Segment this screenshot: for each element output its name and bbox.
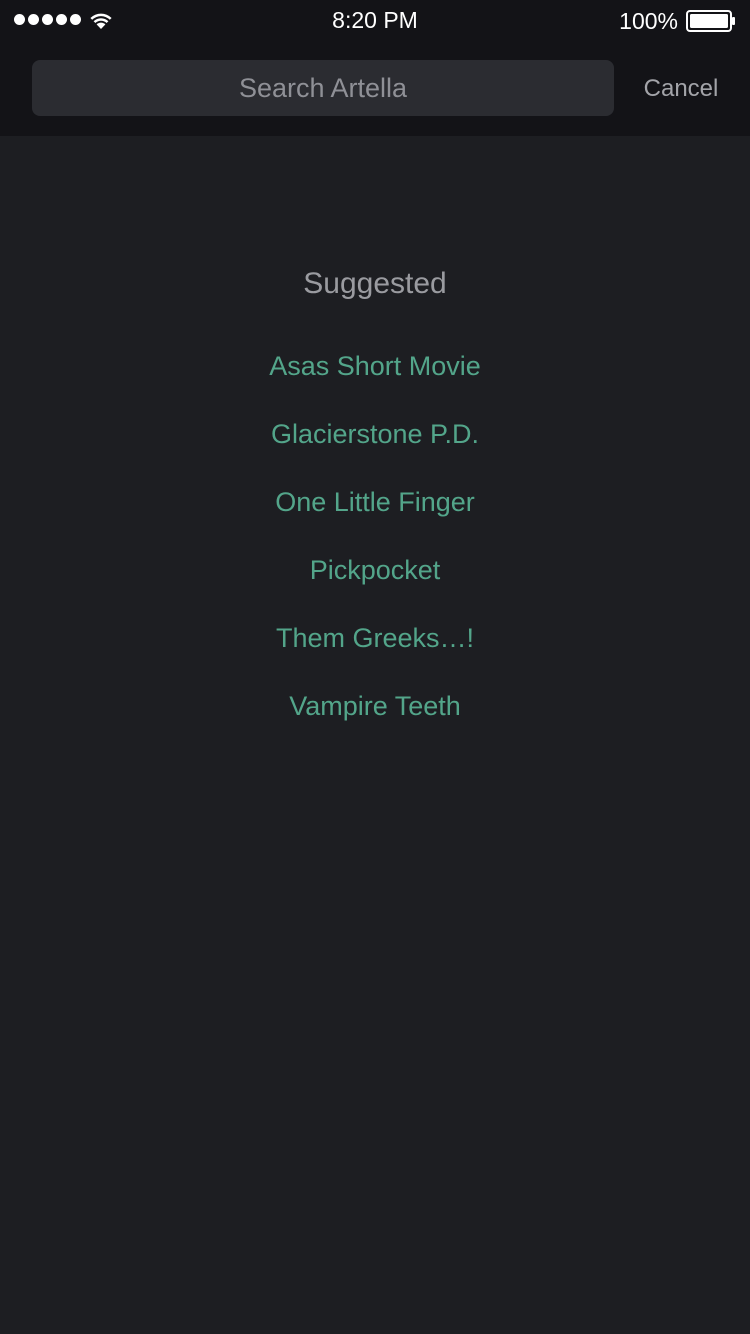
suggestion-link[interactable]: One Little Finger (275, 487, 475, 517)
suggestion-link[interactable]: Pickpocket (310, 555, 441, 585)
header: 8:20 PM 100% Cancel (0, 0, 750, 136)
search-field[interactable] (32, 60, 614, 116)
suggestion-link[interactable]: Them Greeks…! (276, 623, 474, 653)
suggestion-link[interactable]: Asas Short Movie (269, 351, 481, 381)
suggestion-link[interactable]: Vampire Teeth (289, 691, 461, 721)
suggested-list: Asas Short Movie Glacierstone P.D. One L… (0, 348, 750, 756)
list-item: Them Greeks…! (0, 620, 750, 688)
list-item: Asas Short Movie (0, 348, 750, 416)
list-item: Vampire Teeth (0, 688, 750, 756)
list-item: Pickpocket (0, 552, 750, 620)
cancel-button[interactable]: Cancel (630, 74, 732, 104)
search-screen: 8:20 PM 100% Cancel Suggested Asas Short… (0, 0, 750, 1334)
battery-percent: 100% (619, 8, 678, 34)
list-item: Glacierstone P.D. (0, 416, 750, 484)
search-input[interactable] (32, 60, 614, 116)
suggested-heading: Suggested (303, 267, 447, 300)
suggestion-link[interactable]: Glacierstone P.D. (271, 419, 479, 449)
battery-icon (686, 10, 735, 32)
list-item: One Little Finger (0, 484, 750, 552)
status-bar: 8:20 PM 100% (0, 0, 750, 40)
